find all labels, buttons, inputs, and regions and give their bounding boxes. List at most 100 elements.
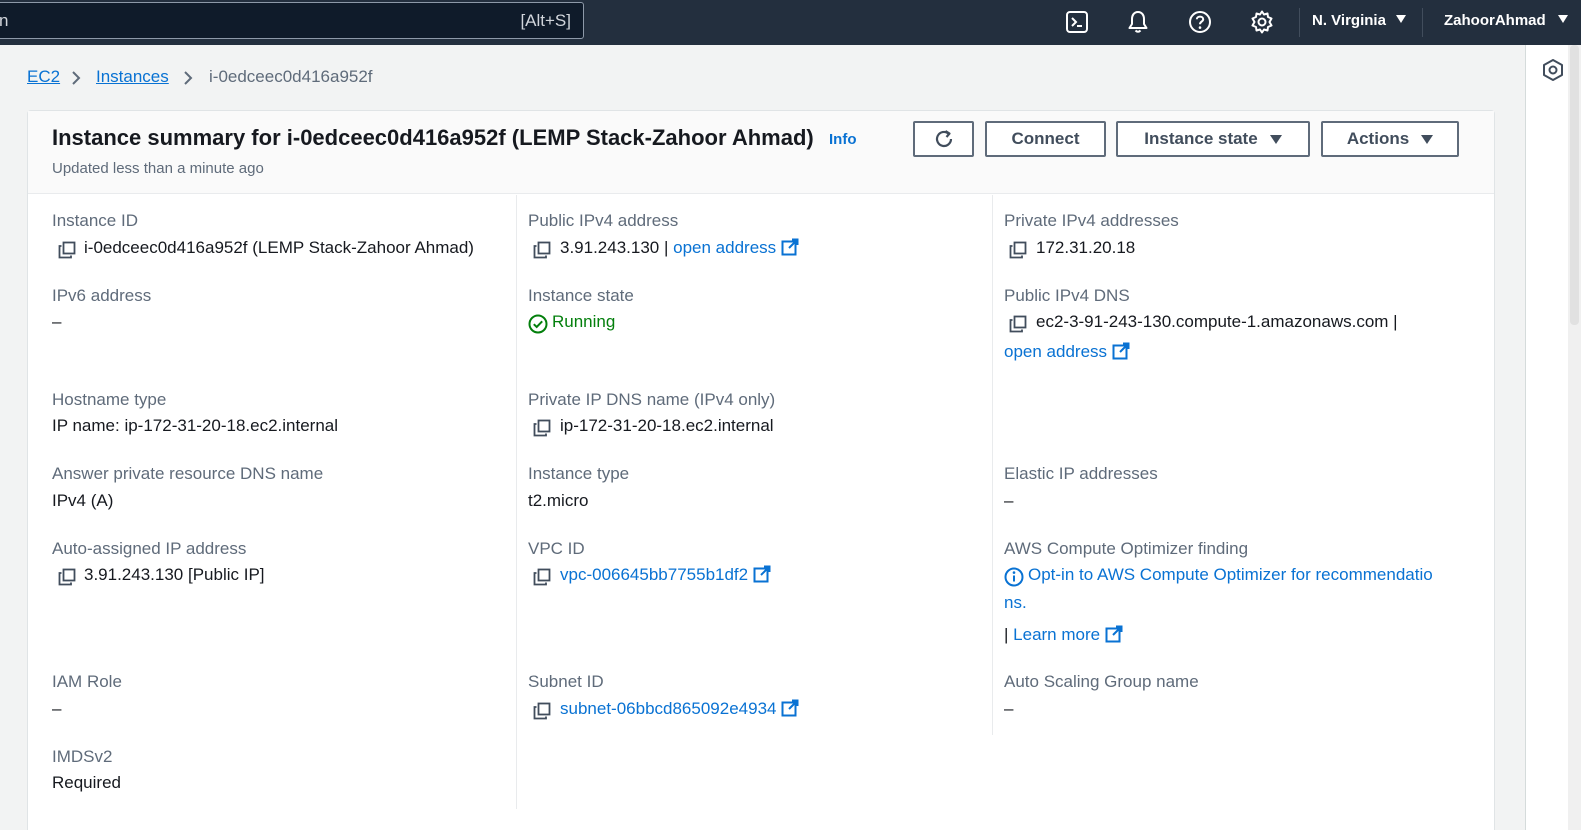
settings-gear-icon[interactable] <box>1249 9 1275 35</box>
instance-id-value: i-0edceec0d416a952f (LEMP Stack-Zahoor A… <box>84 238 474 257</box>
region-selector[interactable]: N. Virginia <box>1312 12 1407 29</box>
public-dns-open-row: open address <box>1004 342 1130 362</box>
public-ipv4-value-row: 3.91.243.130 | open address <box>560 238 799 258</box>
subnet-id-label: Subnet ID <box>528 672 604 691</box>
public-ipv4-label: Public IPv4 address <box>528 211 679 230</box>
instance-id-label: Instance ID <box>52 211 138 230</box>
account-name: ZahoorAhmad <box>1444 12 1546 29</box>
hostname-type-label: Hostname type <box>52 390 167 409</box>
topbar-divider <box>1422 8 1423 37</box>
subnet-id-row: subnet-06bbcd865092e4934 <box>560 699 799 719</box>
column-divider <box>516 195 517 809</box>
search-text-fragment: n <box>0 11 9 30</box>
connect-button[interactable]: Connect <box>985 121 1106 157</box>
open-address-link[interactable]: open address <box>1004 342 1107 361</box>
page-title: Instance summary for i-0edceec0d416a952f… <box>52 125 814 150</box>
learn-more-link[interactable]: Learn more <box>1013 625 1100 644</box>
answer-dns-value: IPv4 (A) <box>52 491 114 510</box>
info-circle-icon <box>1004 567 1024 587</box>
cloudshell-icon[interactable] <box>1064 9 1090 35</box>
copy-icon[interactable] <box>533 241 551 259</box>
vpc-id-row: vpc-006645bb7755b1df2 <box>560 565 771 585</box>
copy-icon[interactable] <box>58 568 76 586</box>
iam-role-value: – <box>52 699 62 718</box>
refresh-button[interactable] <box>913 121 974 157</box>
public-ipv4-value: 3.91.243.130 | <box>560 238 669 257</box>
panel-header: Instance summary for i-0edceec0d416a952f… <box>28 111 1494 194</box>
external-link-icon <box>1105 625 1123 643</box>
imdsv2-label: IMDSv2 <box>52 747 113 766</box>
actions-button-label: Actions <box>1346 129 1410 148</box>
actions-button[interactable]: Actions <box>1321 121 1459 157</box>
search-shortcut-hint: [Alt+S] <box>520 11 571 30</box>
copy-icon[interactable] <box>533 702 551 720</box>
page-scrollbar[interactable] <box>1568 45 1581 830</box>
ipv6-label: IPv6 address <box>52 286 152 305</box>
public-dns-value: ec2-3-91-243-130.compute-1.amazonaws.com… <box>1036 312 1398 331</box>
ipv6-value: – <box>52 312 62 331</box>
optimizer-opt-in-link-continued[interactable]: ns. <box>1004 593 1027 613</box>
instance-type-value: t2.micro <box>528 491 589 510</box>
connect-button-label: Connect <box>1011 129 1080 148</box>
imdsv2-value: Required <box>52 773 121 792</box>
instance-state-label: Instance state <box>528 286 634 305</box>
elastic-ip-value: – <box>1004 491 1014 510</box>
hostname-type-value: IP name: ip-172-31-20-18.ec2.internal <box>52 416 339 435</box>
auto-ip-value: 3.91.243.130 [Public IP] <box>84 565 265 584</box>
external-link-icon <box>781 699 799 717</box>
copy-icon[interactable] <box>58 241 76 259</box>
optimizer-opt-in-link[interactable]: Opt-in to AWS Compute Optimizer for reco… <box>1028 565 1433 585</box>
column-divider <box>992 195 993 735</box>
topbar-divider <box>1299 8 1300 37</box>
separator: | <box>1004 625 1009 644</box>
asg-name-label: Auto Scaling Group name <box>1004 672 1199 691</box>
iam-role-label: IAM Role <box>52 672 122 691</box>
caret-down-icon <box>1269 134 1282 144</box>
external-link-icon <box>753 565 771 583</box>
asg-name-value: – <box>1004 699 1014 718</box>
copy-icon[interactable] <box>1009 315 1027 333</box>
caret-down-icon <box>1396 15 1407 23</box>
private-ipv4-value: 172.31.20.18 <box>1036 238 1136 257</box>
instance-summary-panel: Instance summary for i-0edceec0d416a952f… <box>27 110 1495 830</box>
bell-icon[interactable] <box>1125 9 1151 35</box>
instance-state-button[interactable]: Instance state <box>1116 121 1310 157</box>
vpc-id-link[interactable]: vpc-006645bb7755b1df2 <box>560 565 748 584</box>
help-icon[interactable] <box>1187 9 1213 35</box>
answer-dns-label: Answer private resource DNS name <box>52 464 324 483</box>
optimizer-label: AWS Compute Optimizer finding <box>1004 539 1249 558</box>
instance-type-label: Instance type <box>528 464 630 483</box>
chevron-right-icon <box>184 71 193 85</box>
scrollbar-thumb[interactable] <box>1570 45 1579 325</box>
info-link[interactable]: Info <box>829 131 857 148</box>
breadcrumb-ec2[interactable]: EC2 <box>27 67 60 87</box>
copy-icon[interactable] <box>533 568 551 586</box>
updated-timestamp: Updated less than a minute ago <box>52 160 264 177</box>
optimizer-learn-more-row: | Learn more <box>1004 625 1123 645</box>
hexagon-panel-icon[interactable] <box>1541 58 1565 82</box>
private-dns-label: Private IP DNS name (IPv4 only) <box>528 390 776 409</box>
instance-state-button-label: Instance state <box>1144 129 1258 148</box>
success-check-icon <box>528 314 548 334</box>
private-dns-value: ip-172-31-20-18.ec2.internal <box>560 416 774 435</box>
account-menu[interactable]: ZahoorAhmad <box>1444 12 1568 29</box>
open-address-link[interactable]: open address <box>673 238 776 257</box>
search-input[interactable]: n [Alt+S] <box>0 2 584 39</box>
external-link-icon <box>781 238 799 256</box>
external-link-icon <box>1112 342 1130 360</box>
copy-icon[interactable] <box>533 419 551 437</box>
refresh-icon <box>935 130 952 148</box>
vpc-id-label: VPC ID <box>528 539 585 558</box>
private-ipv4-label: Private IPv4 addresses <box>1004 211 1179 230</box>
auto-ip-label: Auto-assigned IP address <box>52 539 247 558</box>
caret-down-icon <box>1557 15 1568 23</box>
breadcrumb-current: i-0edceec0d416a952f <box>209 67 373 86</box>
top-navigation-bar: n [Alt+S] N. Virginia ZahoorAhmad <box>0 0 1581 45</box>
elastic-ip-label: Elastic IP addresses <box>1004 464 1158 483</box>
region-label: N. Virginia <box>1312 12 1386 29</box>
instance-state-value: Running <box>552 312 616 331</box>
subnet-id-link[interactable]: subnet-06bbcd865092e4934 <box>560 699 776 718</box>
public-dns-label: Public IPv4 DNS <box>1004 286 1130 305</box>
breadcrumb-instances[interactable]: Instances <box>96 67 169 87</box>
copy-icon[interactable] <box>1009 241 1027 259</box>
